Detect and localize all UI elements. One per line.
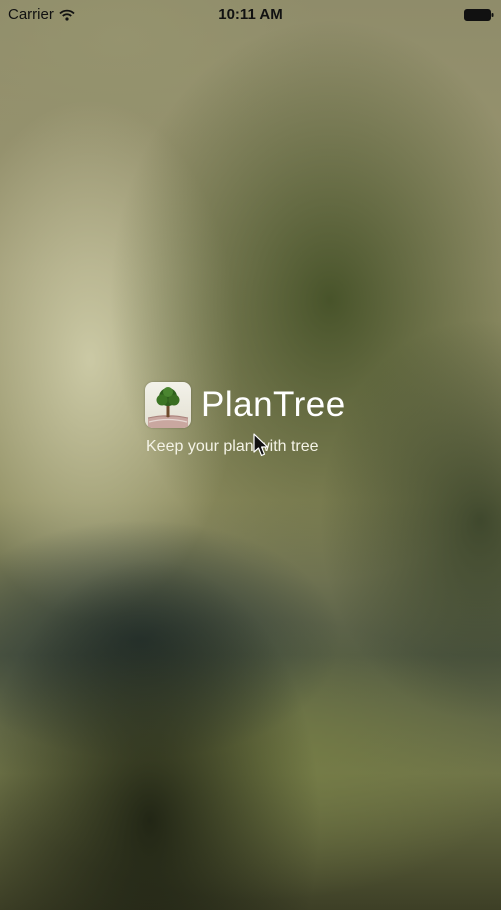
mouse-cursor-icon [253,433,269,457]
brand-row: PlanTree [145,382,375,428]
splash-screen: Carrier 10:11 AM PlanTree Keep your plan… [0,0,501,910]
status-time: 10:11 AM [218,6,283,23]
battery-icon [464,9,494,21]
status-bar: Carrier 10:11 AM [0,0,501,30]
app-name-title: PlanTree [201,385,346,424]
tree-app-icon [145,382,191,428]
